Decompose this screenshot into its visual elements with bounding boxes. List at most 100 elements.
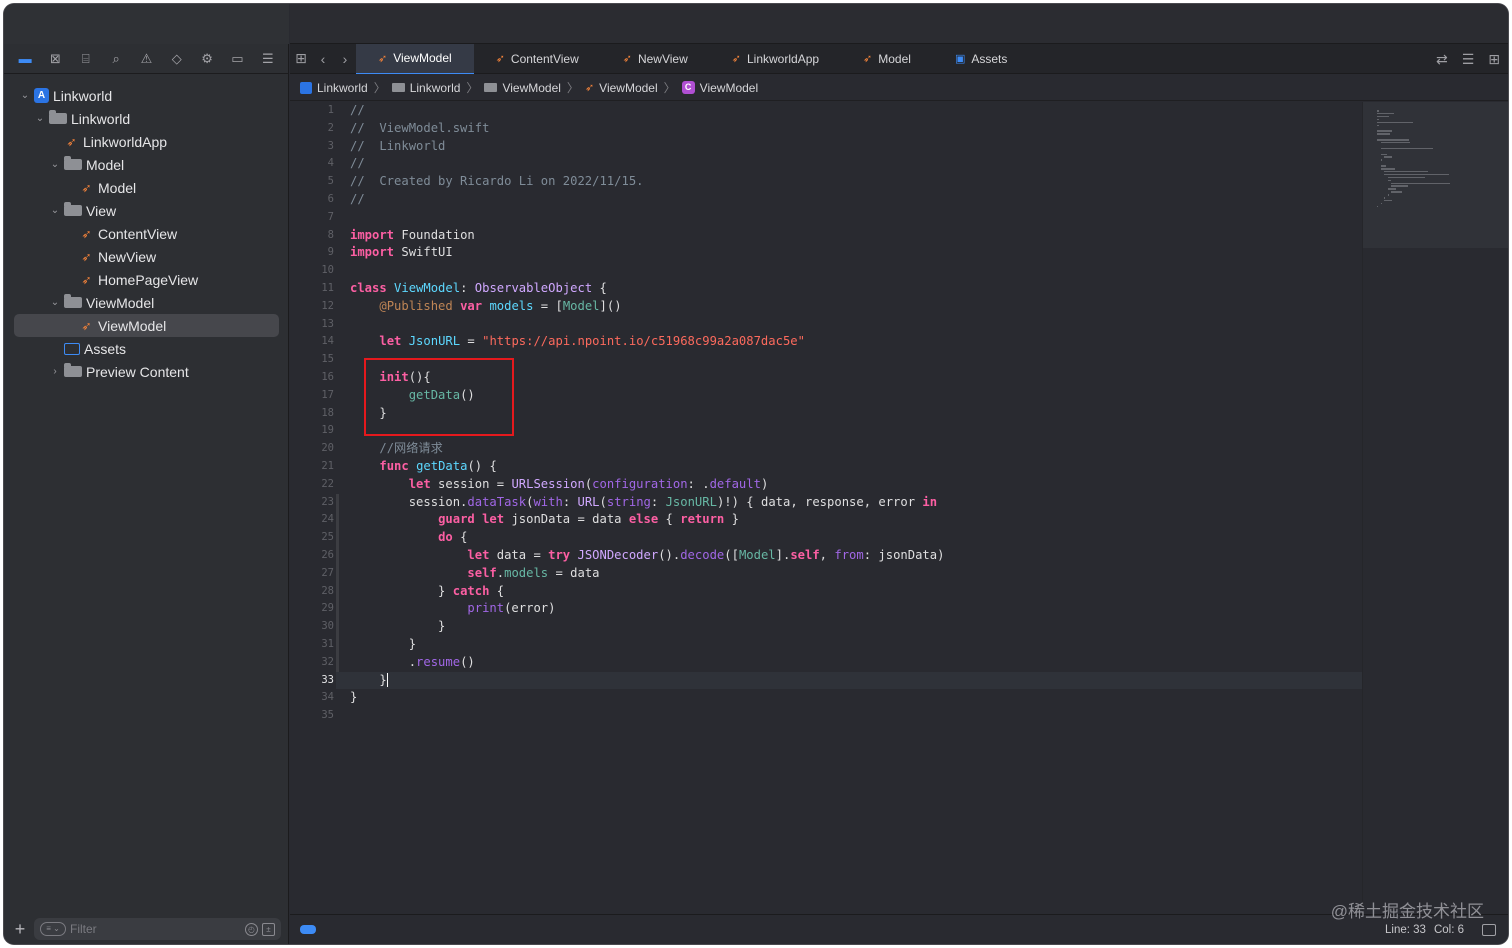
code-line[interactable] xyxy=(350,422,1362,440)
editor-tab[interactable]: ➶ Model xyxy=(841,44,933,74)
status-bar: Line: 33 Col: 6 xyxy=(290,914,1508,944)
code-line[interactable]: } xyxy=(350,618,1362,636)
code-line[interactable]: .resume() xyxy=(350,654,1362,672)
breadcrumb-item[interactable]: Linkworld xyxy=(391,81,460,95)
editor-tab[interactable]: ➶ LinkworldApp xyxy=(710,44,841,74)
tree-item[interactable]: ⌄ View xyxy=(4,199,289,222)
code-line[interactable]: } xyxy=(350,689,1362,707)
code-line[interactable]: print(error) xyxy=(350,600,1362,618)
disclosure-open-icon[interactable]: ⌄ xyxy=(48,297,62,308)
code-line[interactable]: // xyxy=(350,155,1362,173)
add-editor-icon[interactable]: ⊞ xyxy=(1488,51,1500,68)
tree-item[interactable]: ⌄ Model xyxy=(4,153,289,176)
recent-files-icon[interactable]: ◴ xyxy=(245,922,258,936)
code-token: // Linkworld xyxy=(350,138,446,153)
breakpoint-icon[interactable]: ▭ xyxy=(228,50,246,68)
code-line[interactable]: let data = try JSONDecoder().decode([Mod… xyxy=(350,547,1362,565)
tree-item[interactable]: ⌄ Linkworld xyxy=(4,107,289,130)
code-line[interactable]: session.dataTask(with: URL(string: JsonU… xyxy=(350,494,1362,512)
minimap-line xyxy=(1380,147,1433,150)
editor-options-icon[interactable]: ☰ xyxy=(1462,51,1475,68)
source-control-filter-icon[interactable]: ± xyxy=(262,922,275,936)
find-icon[interactable]: ⌕ xyxy=(107,50,125,68)
back-icon[interactable]: ‹ xyxy=(312,51,334,67)
code-line[interactable] xyxy=(350,707,1362,725)
disclosure-open-icon[interactable]: ⌄ xyxy=(33,113,47,124)
tree-item[interactable]: ➶ ContentView xyxy=(4,222,289,245)
code-line[interactable] xyxy=(350,316,1362,334)
code-line[interactable]: //网络请求 xyxy=(350,440,1362,458)
filter-options-icon[interactable]: ≡ ⌄ xyxy=(40,922,66,936)
code-line[interactable]: init(){ xyxy=(350,369,1362,387)
code-token: () xyxy=(460,654,475,669)
report-icon[interactable]: ☰ xyxy=(259,50,277,68)
tree-item[interactable]: ➶ LinkworldApp xyxy=(4,130,289,153)
code-line[interactable]: let session = URLSession(configuration: … xyxy=(350,476,1362,494)
code-line[interactable] xyxy=(350,209,1362,227)
symbol-icon[interactable]: ⌸ xyxy=(77,50,95,68)
editor-tab[interactable]: ➶ ContentView xyxy=(474,44,601,74)
grid-icon[interactable]: ⊞ xyxy=(290,50,312,67)
code-line[interactable]: self.models = data xyxy=(350,565,1362,583)
tree-item[interactable]: ➶ NewView xyxy=(4,245,289,268)
debug-area-indicator[interactable] xyxy=(300,925,316,934)
code-line[interactable]: import SwiftUI xyxy=(350,244,1362,262)
issue-icon[interactable]: ⚠ xyxy=(137,50,155,68)
disclosure-closed-icon[interactable]: › xyxy=(48,366,62,377)
code-line[interactable]: class ViewModel: ObservableObject { xyxy=(350,280,1362,298)
editor-tab[interactable]: ➶ NewView xyxy=(601,44,710,74)
breadcrumb-item[interactable]: Linkworld xyxy=(300,81,368,95)
source-editor[interactable]: 1 2 3 4 5 6 7 8 9 10 11 12 13 14 15 16 17 18 19 20 21 22 23 24 2… xyxy=(290,102,1362,914)
editor-tab[interactable]: ➶ ViewModel xyxy=(356,43,474,74)
code-line[interactable]: } xyxy=(350,636,1362,654)
disclosure-open-icon[interactable]: ⌄ xyxy=(48,205,62,216)
tree-item[interactable]: ⌄ A Linkworld xyxy=(4,84,289,107)
code-line[interactable]: } xyxy=(336,671,1362,690)
line-number: 30 xyxy=(321,620,334,633)
code-line[interactable]: import Foundation xyxy=(350,227,1362,245)
tree-item[interactable]: ⌄ ViewModel xyxy=(4,291,289,314)
forward-icon[interactable]: › xyxy=(334,51,356,67)
editor-tab[interactable]: ▣ Assets xyxy=(933,44,1029,74)
disclosure-open-icon[interactable]: ⌄ xyxy=(48,159,62,170)
disclosure-open-icon[interactable]: ⌄ xyxy=(18,90,32,101)
test-icon[interactable]: ◇ xyxy=(168,50,186,68)
code-line[interactable]: // ViewModel.swift xyxy=(350,120,1362,138)
code-text[interactable]: // // ViewModel.swift // Linkworld // // Cre… xyxy=(336,102,1362,725)
tree-item[interactable]: › Preview Content xyxy=(4,360,289,383)
tree-item[interactable]: ➶ ViewModel xyxy=(14,314,279,337)
code-line[interactable]: // xyxy=(350,191,1362,209)
code-line[interactable] xyxy=(350,351,1362,369)
code-line[interactable]: // Linkworld xyxy=(350,138,1362,156)
code-line[interactable]: do { xyxy=(350,529,1362,547)
filter-field[interactable]: ≡ ⌄ Filter ◴ ± xyxy=(34,918,281,940)
code-line[interactable]: @Published var models = [Model]() xyxy=(350,298,1362,316)
breadcrumb-item[interactable]: ➶ ViewModel xyxy=(585,81,658,95)
tree-item[interactable]: ➶ Model xyxy=(4,176,289,199)
code-line[interactable]: guard let jsonData = data else { return … xyxy=(350,511,1362,529)
code-line[interactable]: getData() xyxy=(350,387,1362,405)
breadcrumb-item[interactable]: ViewModel xyxy=(484,81,561,95)
code-line[interactable]: } xyxy=(350,405,1362,423)
code-line[interactable]: // xyxy=(350,102,1362,120)
toggle-debug-area-icon[interactable] xyxy=(1482,923,1496,936)
code-line[interactable]: } catch { xyxy=(350,583,1362,601)
code-line[interactable]: let JsonURL = "https://api.npoint.io/c51… xyxy=(350,333,1362,351)
folder-icon[interactable]: ▬ xyxy=(16,50,34,68)
code-line[interactable]: // Created by Ricardo Li on 2022/11/15. xyxy=(350,173,1362,191)
swap-icon[interactable]: ⇄ xyxy=(1436,51,1448,68)
code-line[interactable] xyxy=(350,262,1362,280)
debug-icon[interactable]: ⚙ xyxy=(198,50,216,68)
minimap[interactable] xyxy=(1362,102,1508,914)
tree-item-label: ViewModel xyxy=(98,317,167,334)
code-token: configuration xyxy=(592,476,688,491)
tree-item-label: Assets xyxy=(84,340,127,357)
add-file-button[interactable]: + xyxy=(12,919,28,940)
code-token: )!) { data, response, error xyxy=(716,494,923,509)
tree-item[interactable]: ➶ HomePageView xyxy=(4,268,289,291)
source-control-icon[interactable]: ⊠ xyxy=(46,50,64,68)
breadcrumb-item[interactable]: C ViewModel xyxy=(681,81,758,95)
tree-item[interactable]: Assets xyxy=(4,337,289,360)
code-line[interactable]: func getData() { xyxy=(350,458,1362,476)
